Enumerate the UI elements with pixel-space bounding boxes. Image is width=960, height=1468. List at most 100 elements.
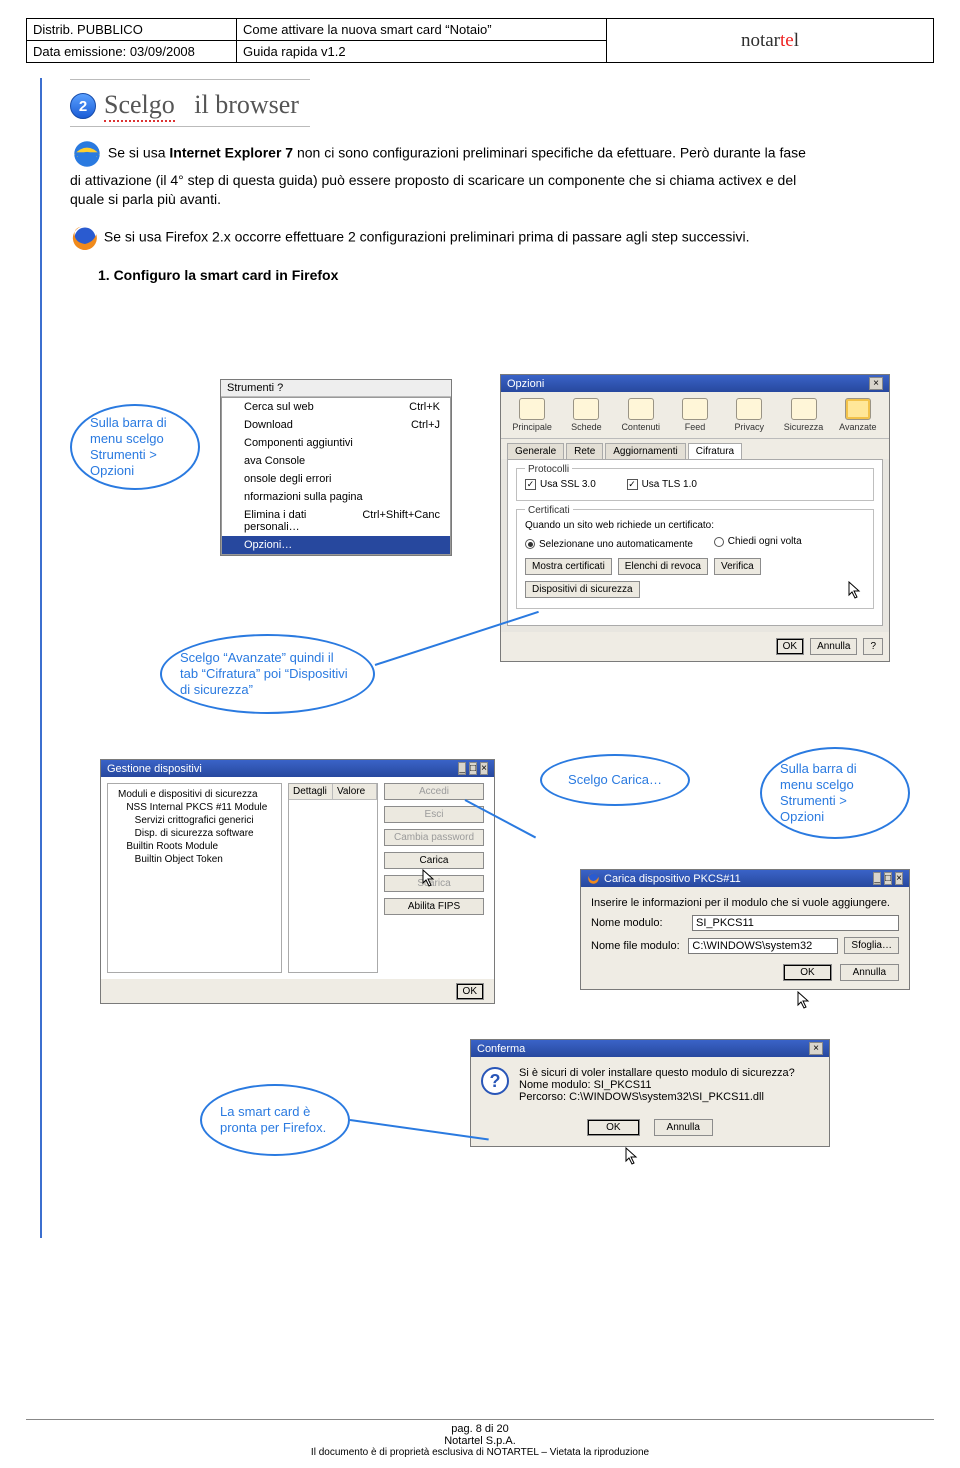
menu-item[interactable]: ava Console — [222, 452, 450, 470]
callout-bubble: Scelgo “Avanzate” quindi il tab “Cifratu… — [160, 634, 375, 714]
cursor-icon — [848, 581, 862, 599]
firefox-icon — [70, 223, 100, 253]
ok-button[interactable]: OK — [587, 1119, 639, 1136]
cancel-button[interactable]: Annulla — [810, 638, 857, 655]
minimize-icon[interactable]: _ — [873, 872, 881, 885]
cat-contenuti[interactable]: Contenuti — [616, 398, 666, 432]
cursor-icon — [625, 1147, 639, 1165]
left-rule — [40, 78, 42, 1238]
hdr-cell: Guida rapida v1.2 — [237, 41, 607, 63]
fieldset-legend: Certificati — [525, 505, 573, 516]
screenshot-strumenti-menu: Strumenti ? Cerca sul webCtrl+K Download… — [220, 379, 452, 556]
btn-esci[interactable]: Esci — [384, 806, 484, 823]
dialog-title: Carica dispositivo PKCS#11 — [604, 873, 741, 885]
menubar: Strumenti ? — [221, 380, 451, 397]
menu-item[interactable]: onsole degli errori — [222, 470, 450, 488]
tab-rete[interactable]: Rete — [566, 443, 603, 459]
paragraph-ff: Se si usa Firefox 2.x occorre effettuare… — [70, 223, 810, 253]
page-footer: pag. 8 di 20 Notartel S.p.A. Il document… — [26, 1419, 934, 1458]
cancel-button[interactable]: Annulla — [654, 1119, 713, 1136]
close-icon[interactable]: × — [895, 872, 903, 885]
cat-privacy[interactable]: Privacy — [724, 398, 774, 432]
dialog-title: Conferma — [477, 1043, 525, 1055]
footer-note: Il documento è di proprietà esclusiva di… — [26, 1447, 934, 1458]
device-tree[interactable]: Moduli e dispositivi di sicurezza NSS In… — [107, 783, 282, 973]
btn-abilita-fips[interactable]: Abilita FIPS — [384, 898, 484, 915]
menu-item-opzioni[interactable]: Opzioni… — [222, 536, 450, 554]
conf-line: Percorso: C:\WINDOWS\system32\SI_PKCS11.… — [519, 1091, 795, 1103]
cat-sicurezza[interactable]: Sicurezza — [779, 398, 829, 432]
btn-verifica[interactable]: Verifica — [714, 558, 761, 575]
ok-button[interactable]: OK — [783, 964, 831, 981]
cursor-icon — [422, 869, 436, 887]
ie-icon — [70, 137, 104, 171]
details-table: DettagliValore — [288, 783, 378, 973]
checkbox-ssl[interactable]: ✓Usa SSL 3.0 — [525, 479, 596, 490]
menu-item[interactable]: Elimina i dati personali…Ctrl+Shift+Canc — [222, 506, 450, 536]
step-title-word: il browser — [194, 90, 299, 119]
step-title-word: Scelgo — [104, 90, 175, 122]
cert-question: Quando un sito web richiede un certifica… — [525, 520, 865, 531]
cursor-icon — [797, 991, 811, 1009]
step-heading: 2 Scelgo il browser — [70, 90, 934, 122]
btn-cambia-pw[interactable]: Cambia password — [384, 829, 484, 846]
btn-dispositivi[interactable]: Dispositivi di sicurezza — [525, 581, 640, 598]
question-icon: ? — [481, 1067, 509, 1095]
help-button[interactable]: ? — [863, 638, 883, 655]
callout-text: La smart card è pronta per Firefox. — [220, 1104, 330, 1137]
callout-text: Sulla barra di menu scelgo Strumenti > O… — [780, 761, 890, 826]
callout-bubble: Sulla barra di menu scelgo Strumenti > O… — [70, 404, 200, 490]
substep-heading: 1. Configuro la smart card in Firefox — [98, 267, 934, 283]
screenshot-conferma-dialog: Conferma× ? Si è sicuri di voler install… — [470, 1039, 830, 1147]
dropdown-menu: Cerca sul webCtrl+K DownloadCtrl+J Compo… — [221, 397, 451, 555]
checkbox-tls[interactable]: ✓Usa TLS 1.0 — [627, 479, 697, 490]
maximize-icon[interactable]: □ — [884, 872, 892, 885]
screenshot-carica-pkcs11: Carica dispositivo PKCS#11 _ □ × Inserir… — [580, 869, 910, 990]
menu-item[interactable]: Cerca sul webCtrl+K — [222, 398, 450, 416]
callout-text: Scelgo “Avanzate” quindi il tab “Cifratu… — [180, 650, 355, 699]
minimize-icon[interactable]: _ — [458, 762, 466, 775]
page-number: pag. 8 di 20 — [26, 1423, 934, 1435]
close-icon[interactable]: × — [809, 1042, 823, 1055]
hdr-cell: Distrib. PUBBLICO — [27, 19, 237, 41]
callout-text: Sulla barra di menu scelgo Strumenti > O… — [90, 415, 180, 480]
cat-principale[interactable]: Principale — [507, 398, 557, 432]
menu-item[interactable]: DownloadCtrl+J — [222, 416, 450, 434]
ok-button[interactable]: OK — [456, 983, 484, 1000]
tab-aggiornamenti[interactable]: Aggiornamenti — [605, 443, 685, 459]
step-number-badge: 2 — [70, 93, 96, 119]
close-icon[interactable]: × — [480, 762, 488, 775]
tab-cifratura[interactable]: Cifratura — [688, 443, 742, 459]
callout-text: Scelgo Carica… — [568, 772, 662, 788]
menu-item[interactable]: nformazioni sulla pagina — [222, 488, 450, 506]
callout-bubble: La smart card è pronta per Firefox. — [200, 1084, 350, 1156]
hdr-cell: Come attivare la nuova smart card “Notai… — [237, 19, 607, 41]
screenshot-opzioni-dialog: Opzioni× Principale Schede Contenuti Fee… — [500, 374, 890, 662]
opzioni-category-row: Principale Schede Contenuti Feed Privacy… — [501, 392, 889, 439]
callout-bubble: Scelgo Carica… — [540, 754, 690, 806]
callout-bubble: Sulla barra di menu scelgo Strumenti > O… — [760, 747, 910, 839]
radio-auto[interactable]: Selezionane uno automaticamente — [525, 539, 693, 550]
firefox-icon — [587, 872, 600, 885]
tab-generale[interactable]: Generale — [507, 443, 564, 459]
btn-carica[interactable]: Carica — [384, 852, 484, 869]
btn-sfoglia[interactable]: Sfoglia… — [844, 937, 899, 954]
input-file-modulo[interactable] — [688, 938, 838, 954]
radio-ask[interactable]: Chiedi ogni volta — [714, 536, 802, 547]
cat-feed[interactable]: Feed — [670, 398, 720, 432]
cat-schede[interactable]: Schede — [561, 398, 611, 432]
btn-mostra-cert[interactable]: Mostra certificati — [525, 558, 612, 575]
btn-accedi[interactable]: Accedi — [384, 783, 484, 800]
cat-avanzate[interactable]: Avanzate — [833, 398, 883, 432]
paragraph-ie: Se si usa Internet Explorer 7 non ci son… — [70, 137, 810, 209]
maximize-icon[interactable]: □ — [469, 762, 477, 775]
cancel-button[interactable]: Annulla — [840, 964, 899, 981]
menu-item[interactable]: Componenti aggiuntivi — [222, 434, 450, 452]
dialog-title: Gestione dispositivi — [107, 763, 202, 775]
input-nome-modulo[interactable] — [692, 915, 899, 931]
ok-button[interactable]: OK — [776, 638, 804, 655]
btn-elenchi[interactable]: Elenchi di revoca — [618, 558, 708, 575]
brand-logo: notartel — [607, 19, 934, 63]
close-icon[interactable]: × — [869, 377, 883, 390]
label-nome-modulo: Nome modulo: — [591, 917, 686, 929]
